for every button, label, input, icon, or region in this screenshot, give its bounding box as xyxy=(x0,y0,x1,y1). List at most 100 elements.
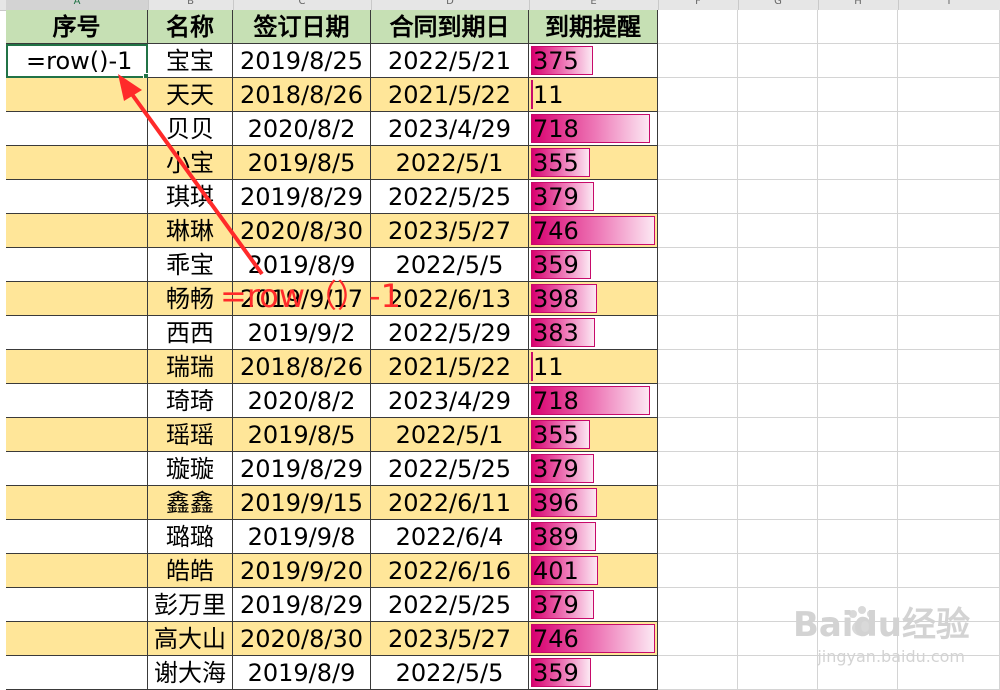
sign-date-cell[interactable]: 2020/8/2 xyxy=(233,384,371,418)
empty-cell[interactable] xyxy=(738,554,818,588)
empty-cell[interactable] xyxy=(738,44,818,78)
column-letter-i[interactable]: I xyxy=(898,0,1000,10)
serial-cell[interactable] xyxy=(6,588,148,622)
empty-cell[interactable] xyxy=(818,248,898,282)
sign-date-cell[interactable]: 2019/9/20 xyxy=(233,554,371,588)
name-cell[interactable]: 小宝 xyxy=(148,146,233,180)
empty-cell[interactable] xyxy=(738,112,818,146)
column-letter-h[interactable]: H xyxy=(818,0,899,10)
empty-cell[interactable] xyxy=(658,316,738,350)
name-cell[interactable]: 琦琦 xyxy=(148,384,233,418)
header-due-date[interactable]: 合同到期日 xyxy=(371,10,529,44)
name-cell[interactable]: 天天 xyxy=(148,78,233,112)
reminder-cell[interactable]: 396 xyxy=(529,486,658,520)
empty-cell[interactable] xyxy=(818,418,898,452)
empty-cell[interactable] xyxy=(658,146,738,180)
reminder-cell[interactable]: 375 xyxy=(529,44,658,78)
empty-cell[interactable] xyxy=(898,282,1000,316)
serial-cell[interactable] xyxy=(6,418,148,452)
empty-cell[interactable] xyxy=(658,418,738,452)
sign-date-cell[interactable]: 2018/8/26 xyxy=(233,350,371,384)
reminder-cell[interactable]: 746 xyxy=(529,622,658,656)
empty-cell[interactable] xyxy=(898,316,1000,350)
serial-cell[interactable] xyxy=(6,146,148,180)
name-cell[interactable]: 瑶瑶 xyxy=(148,418,233,452)
serial-cell[interactable] xyxy=(6,282,148,316)
empty-cell[interactable] xyxy=(818,554,898,588)
empty-cell[interactable] xyxy=(818,316,898,350)
due-date-cell[interactable]: 2022/6/11 xyxy=(371,486,529,520)
empty-cell[interactable] xyxy=(898,486,1000,520)
empty-cell[interactable] xyxy=(738,350,818,384)
empty-cell[interactable] xyxy=(898,78,1000,112)
empty-cell[interactable] xyxy=(818,384,898,418)
name-cell[interactable]: 琪琪 xyxy=(148,180,233,214)
name-cell[interactable]: 高大山 xyxy=(148,622,233,656)
empty-cell[interactable] xyxy=(658,656,738,690)
empty-cell[interactable] xyxy=(658,452,738,486)
empty-cell[interactable] xyxy=(658,44,738,78)
serial-cell[interactable] xyxy=(6,452,148,486)
reminder-cell[interactable]: 746 xyxy=(529,214,658,248)
serial-cell[interactable] xyxy=(6,520,148,554)
due-date-cell[interactable]: 2023/5/27 xyxy=(371,214,529,248)
header-serial[interactable]: 序号 xyxy=(6,10,148,44)
empty-cell[interactable] xyxy=(818,44,898,78)
empty-cell[interactable] xyxy=(818,452,898,486)
due-date-cell[interactable]: 2021/5/22 xyxy=(371,350,529,384)
reminder-cell[interactable]: 355 xyxy=(529,146,658,180)
column-letter-b[interactable]: B xyxy=(148,0,234,10)
empty-cell[interactable] xyxy=(738,214,818,248)
empty-cell[interactable] xyxy=(898,44,1000,78)
empty-cell[interactable] xyxy=(898,418,1000,452)
column-letter-d[interactable]: D xyxy=(371,0,530,10)
serial-cell[interactable] xyxy=(6,180,148,214)
empty-cell[interactable] xyxy=(658,248,738,282)
sign-date-cell[interactable]: 2019/8/29 xyxy=(233,180,371,214)
empty-cell[interactable] xyxy=(738,282,818,316)
sign-date-cell[interactable]: 2019/8/5 xyxy=(233,418,371,452)
empty-cell[interactable] xyxy=(818,520,898,554)
empty-cell[interactable] xyxy=(658,554,738,588)
serial-cell[interactable] xyxy=(6,554,148,588)
reminder-cell[interactable]: 718 xyxy=(529,384,658,418)
empty-cell[interactable] xyxy=(818,180,898,214)
empty-cell[interactable] xyxy=(658,214,738,248)
sign-date-cell[interactable]: 2020/8/30 xyxy=(233,622,371,656)
empty-cell[interactable] xyxy=(738,384,818,418)
reminder-cell[interactable]: 355 xyxy=(529,418,658,452)
empty-cell[interactable] xyxy=(818,214,898,248)
empty-cell[interactable] xyxy=(658,180,738,214)
empty-cell[interactable] xyxy=(658,588,738,622)
due-date-cell[interactable]: 2022/5/1 xyxy=(371,418,529,452)
name-cell[interactable]: 鑫鑫 xyxy=(148,486,233,520)
due-date-cell[interactable]: 2022/5/25 xyxy=(371,452,529,486)
empty-cell[interactable] xyxy=(738,10,818,44)
name-cell[interactable]: 琳琳 xyxy=(148,214,233,248)
due-date-cell[interactable]: 2022/5/21 xyxy=(371,44,529,78)
empty-cell[interactable] xyxy=(738,316,818,350)
empty-cell[interactable] xyxy=(898,350,1000,384)
due-date-cell[interactable]: 2022/5/25 xyxy=(371,180,529,214)
due-date-cell[interactable]: 2022/6/16 xyxy=(371,554,529,588)
empty-cell[interactable] xyxy=(818,350,898,384)
reminder-cell[interactable]: 359 xyxy=(529,248,658,282)
sign-date-cell[interactable]: 2020/8/30 xyxy=(233,214,371,248)
name-cell[interactable]: 璐璐 xyxy=(148,520,233,554)
sign-date-cell[interactable]: 2019/8/5 xyxy=(233,146,371,180)
reminder-cell[interactable]: 401 xyxy=(529,554,658,588)
empty-cell[interactable] xyxy=(738,146,818,180)
empty-cell[interactable] xyxy=(898,248,1000,282)
name-cell[interactable]: 瑞瑞 xyxy=(148,350,233,384)
active-cell-a2[interactable]: =row()-1 xyxy=(6,44,148,78)
serial-cell[interactable] xyxy=(6,112,148,146)
empty-cell[interactable] xyxy=(658,384,738,418)
empty-cell[interactable] xyxy=(658,350,738,384)
empty-cell[interactable] xyxy=(818,486,898,520)
name-cell[interactable]: 彭万里 xyxy=(148,588,233,622)
serial-cell[interactable] xyxy=(6,78,148,112)
reminder-cell[interactable]: 398 xyxy=(529,282,658,316)
empty-cell[interactable] xyxy=(658,622,738,656)
empty-cell[interactable] xyxy=(818,146,898,180)
reminder-cell[interactable]: 379 xyxy=(529,180,658,214)
